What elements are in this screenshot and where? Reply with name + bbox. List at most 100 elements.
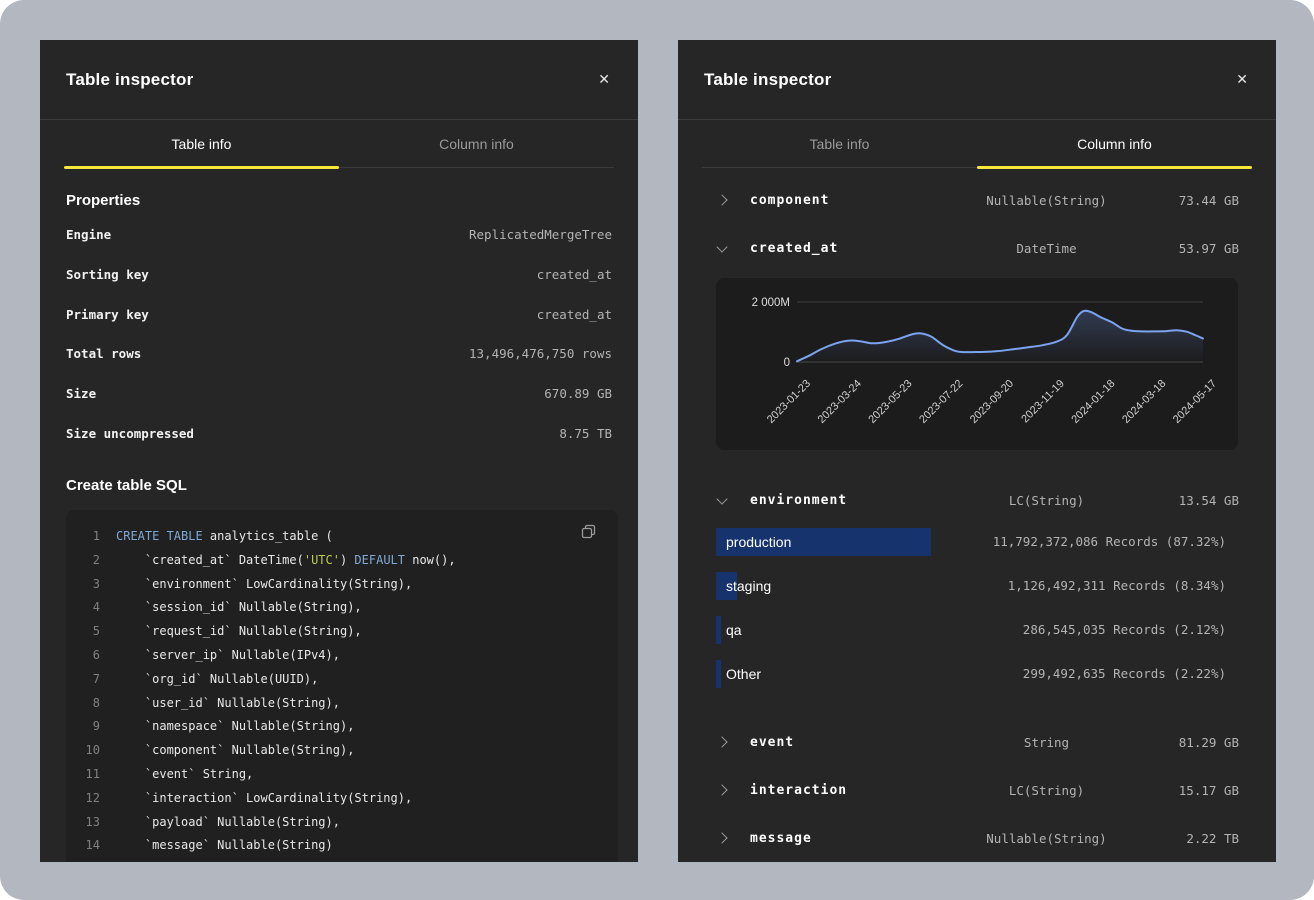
histogram-svg: 2 000M02023-01-232023-03-242023-05-23202…: [716, 278, 1238, 450]
line-number: 14: [66, 838, 100, 852]
sql-token: ): [340, 553, 354, 567]
sql-token: `user_id` Nullable(String),: [116, 696, 340, 710]
sql-line-code: `message` Nullable(String): [116, 838, 333, 852]
sql-line: 11 `event` String,: [66, 762, 618, 786]
property-value: 8.75 TB: [559, 426, 612, 441]
env-value-label: production: [726, 528, 791, 556]
sql-token: now(),: [405, 553, 456, 567]
column-name: interaction: [750, 783, 972, 798]
x-axis-label: 2024-03-18: [1120, 378, 1168, 426]
sql-line-code: `payload` Nullable(String),: [116, 815, 340, 829]
property-label: Total rows: [66, 346, 141, 361]
sql-code-block: 1 CREATE TABLE analytics_table ( 2 `create…: [66, 510, 618, 862]
sql-line: 5 `request_id` Nullable(String),: [66, 619, 618, 643]
column-size: 15.17 GB: [1121, 783, 1239, 798]
column-type: LC(String): [972, 493, 1121, 508]
line-number: 5: [66, 624, 100, 638]
sql-line-code: `server_ip` Nullable(IPv4),: [116, 648, 340, 662]
copy-sql-button[interactable]: [579, 522, 598, 544]
sql-line-code: `created_at` DateTime('UTC') DEFAULT now…: [116, 553, 456, 567]
created-at-histogram: 2 000M02023-01-232023-03-242023-05-23202…: [716, 278, 1238, 450]
line-number: 4: [66, 600, 100, 614]
property-value: ReplicatedMergeTree: [469, 227, 612, 242]
close-button[interactable]: ✕: [594, 69, 614, 91]
sql-line: 13 `payload` Nullable(String),: [66, 810, 618, 834]
env-value-label: staging: [726, 572, 771, 600]
column-type: DateTime: [972, 241, 1121, 256]
properties-list: EngineReplicatedMergeTreeSorting keycrea…: [66, 215, 612, 453]
sql-line: 2 `created_at` DateTime('UTC') DEFAULT n…: [66, 548, 618, 572]
chevron-right-icon[interactable]: [718, 738, 750, 746]
sql-token: analytics_table (: [203, 529, 333, 543]
x-axis-label: 2023-01-23: [765, 378, 813, 426]
env-value-row: qa286,545,035 Records (2.12%): [716, 616, 1226, 644]
sql-token: `component` Nullable(String),: [116, 743, 354, 757]
sql-line-code: `environment` LowCardinality(String),: [116, 577, 412, 591]
line-number: 1: [66, 529, 100, 543]
column-row-environment[interactable]: environmentLC(String)13.54 GB: [678, 476, 1276, 524]
app-background: Table inspector ✕ Table info Column info…: [0, 0, 1314, 900]
column-row-component[interactable]: componentNullable(String)73.44 GB: [678, 176, 1276, 224]
env-value-records: 1,126,492,311 Records (8.34%): [1008, 572, 1226, 600]
env-value-label: Other: [726, 660, 761, 688]
sql-line-code: `namespace` Nullable(String),: [116, 719, 354, 733]
table-inspector-dialog-column-info: Table inspector ✕ Table info Column info…: [678, 40, 1276, 862]
column-row-event[interactable]: eventString81.29 GB: [678, 718, 1276, 766]
env-value-bar: [716, 660, 721, 688]
sql-line-code: `user_id` Nullable(String),: [116, 696, 340, 710]
copy-icon: [581, 524, 596, 539]
tab-column-info[interactable]: Column info: [339, 120, 614, 168]
property-row: Size uncompressed8.75 TB: [66, 413, 612, 453]
chevron-right-icon[interactable]: [718, 834, 750, 842]
property-label: Size: [66, 386, 96, 401]
sql-line-code: `component` Nullable(String),: [116, 743, 354, 757]
properties-heading: Properties: [66, 192, 612, 209]
sql-line: 3 `environment` LowCardinality(String),: [66, 572, 618, 596]
sql-token: `interaction` LowCardinality(String),: [116, 791, 412, 805]
sql-line: 8 `user_id` Nullable(String),: [66, 691, 618, 715]
tab-table-info[interactable]: Table info: [64, 120, 339, 168]
column-name: created_at: [750, 241, 972, 256]
column-name: component: [750, 193, 972, 208]
sql-line: 1 CREATE TABLE analytics_table (: [66, 524, 618, 548]
property-row: Primary key created_at: [66, 294, 612, 334]
environment-top-values: production11,792,372,086 Records (87.32%…: [678, 524, 1276, 718]
x-axis-label: 2023-03-24: [816, 378, 864, 426]
dialog-header: Table inspector ✕: [678, 40, 1276, 120]
chevron-down-icon[interactable]: [718, 498, 750, 503]
dialog-title: Table inspector: [704, 70, 831, 90]
chevron-down-icon[interactable]: [718, 246, 750, 251]
sql-token: `message` Nullable(String): [116, 838, 333, 852]
column-type: LC(String): [972, 783, 1121, 798]
column-row-created_at[interactable]: created_atDateTime53.97 GB: [678, 224, 1276, 272]
property-row: Total rows 13,496,476,750 rows: [66, 334, 612, 374]
sql-line: 14 `message` Nullable(String): [66, 833, 618, 857]
sql-line: 12 `interaction` LowCardinality(String),: [66, 786, 618, 810]
column-name: environment: [750, 493, 972, 508]
sql-token: `namespace` Nullable(String),: [116, 719, 354, 733]
env-value-records: 299,492,635 Records (2.22%): [1023, 660, 1226, 688]
tab-table-info[interactable]: Table info: [702, 120, 977, 168]
line-number: 8: [66, 696, 100, 710]
sql-token: CREATE TABLE: [116, 529, 203, 543]
dialog-title: Table inspector: [66, 70, 193, 90]
line-number: 2: [66, 553, 100, 567]
property-value: 13,496,476,750 rows: [469, 346, 612, 361]
sql-line-code: `request_id` Nullable(String),: [116, 624, 362, 638]
env-value-row: Other 299,492,635 Records (2.22%): [716, 660, 1226, 688]
x-axis-label: 2023-05-23: [866, 378, 914, 426]
column-type: Nullable(String): [972, 831, 1121, 846]
column-size: 81.29 GB: [1121, 735, 1239, 750]
column-row-interaction[interactable]: interactionLC(String)15.17 GB: [678, 766, 1276, 814]
property-value: created_at: [537, 307, 612, 322]
close-button[interactable]: ✕: [1232, 69, 1252, 91]
chevron-right-icon[interactable]: [718, 196, 750, 204]
property-label: Primary key: [66, 307, 149, 322]
sql-lines: 1 CREATE TABLE analytics_table ( 2 `create…: [66, 524, 618, 862]
column-name: event: [750, 735, 972, 750]
chevron-right-icon[interactable]: [718, 786, 750, 794]
sql-token: `server_ip` Nullable(IPv4),: [116, 648, 340, 662]
line-number: 7: [66, 672, 100, 686]
tab-column-info[interactable]: Column info: [977, 120, 1252, 168]
column-row-message[interactable]: messageNullable(String)2.22 TB: [678, 814, 1276, 862]
